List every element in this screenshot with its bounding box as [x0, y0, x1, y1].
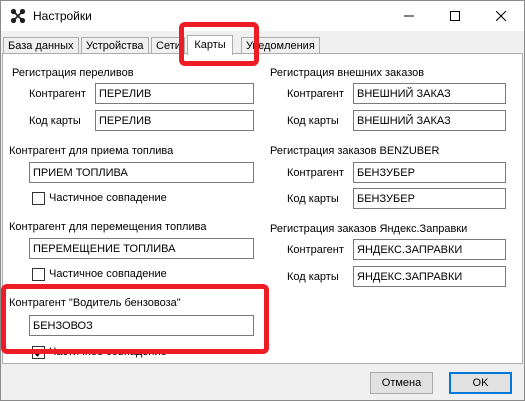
app-logo-icon [10, 8, 26, 24]
tab-devices[interactable]: Устройства [81, 37, 149, 54]
tab-strip: База данных Устройства Сети Карты Уведом… [1, 35, 524, 55]
yandex-counterparty-label: Контрагент [287, 244, 344, 256]
benzuber-card-field[interactable]: БЕНЗУБЕР [353, 188, 506, 209]
fuel-truck-driver-highlight [1, 284, 269, 354]
benzuber-counterparty-label: Контрагент [287, 167, 344, 179]
close-button[interactable] [478, 1, 524, 31]
fuel-receipt-field[interactable]: ПРИЕМ ТОПЛИВА [29, 162, 254, 183]
tab-database[interactable]: База данных [3, 37, 79, 54]
overflow-counterparty-field[interactable]: ПЕРЕЛИВ [95, 83, 254, 104]
external-orders-group-title: Регистрация внешних заказов [270, 67, 425, 79]
ok-button[interactable]: OK [449, 372, 512, 394]
external-orders-counterparty-field[interactable]: ВНЕШНИЙ ЗАКАЗ [353, 83, 506, 104]
yandex-counterparty-field[interactable]: ЯНДЕКС.ЗАПРАВКИ [353, 239, 506, 260]
cards-tab-highlight [179, 22, 259, 66]
overflow-counterparty-label: Контрагент [29, 88, 86, 100]
benzuber-card-label: Код карты [287, 193, 339, 205]
benzuber-counterparty-field[interactable]: БЕНЗУБЕР [353, 162, 506, 183]
overflow-card-label: Код карты [29, 115, 81, 127]
fuel-transfer-partial-label: Частичное совпадение [49, 268, 167, 280]
fuel-receipt-partial-checkbox[interactable] [32, 192, 45, 205]
minimize-button[interactable] [386, 1, 432, 31]
yandex-card-field[interactable]: ЯНДЕКС.ЗАПРАВКИ [353, 266, 506, 287]
cancel-button[interactable]: Отмена [370, 372, 433, 394]
fuel-transfer-group-title: Контрагент для перемещения топлива [9, 221, 207, 233]
fuel-transfer-field[interactable]: ПЕРЕМЕЩЕНИЕ ТОПЛИВА [29, 238, 254, 259]
minimize-icon [404, 15, 414, 17]
fuel-receipt-partial-label: Частичное совпадение [49, 192, 167, 204]
yandex-card-label: Код карты [287, 271, 339, 283]
window-title: Настройки [33, 9, 92, 23]
benzuber-group-title: Регистрация заказов BENZUBER [270, 145, 440, 157]
maximize-button[interactable] [432, 1, 478, 31]
close-icon [496, 11, 506, 21]
external-orders-counterparty-label: Контрагент [287, 88, 344, 100]
external-orders-card-label: Код карты [287, 115, 339, 127]
title-bar: Настройки [1, 1, 524, 31]
overflow-group-title: Регистрация переливов [12, 67, 134, 79]
fuel-receipt-group-title: Контрагент для приема топлива [9, 145, 174, 157]
yandex-group-title: Регистрация заказов Яндекс.Заправки [270, 223, 468, 235]
maximize-icon [450, 11, 460, 21]
external-orders-card-field[interactable]: ВНЕШНИЙ ЗАКАЗ [353, 110, 506, 131]
settings-window: Настройки База данных Устройства Сети Ка… [0, 0, 525, 401]
overflow-card-field[interactable]: ПЕРЕЛИВ [95, 110, 254, 131]
fuel-transfer-partial-checkbox[interactable] [32, 268, 45, 281]
